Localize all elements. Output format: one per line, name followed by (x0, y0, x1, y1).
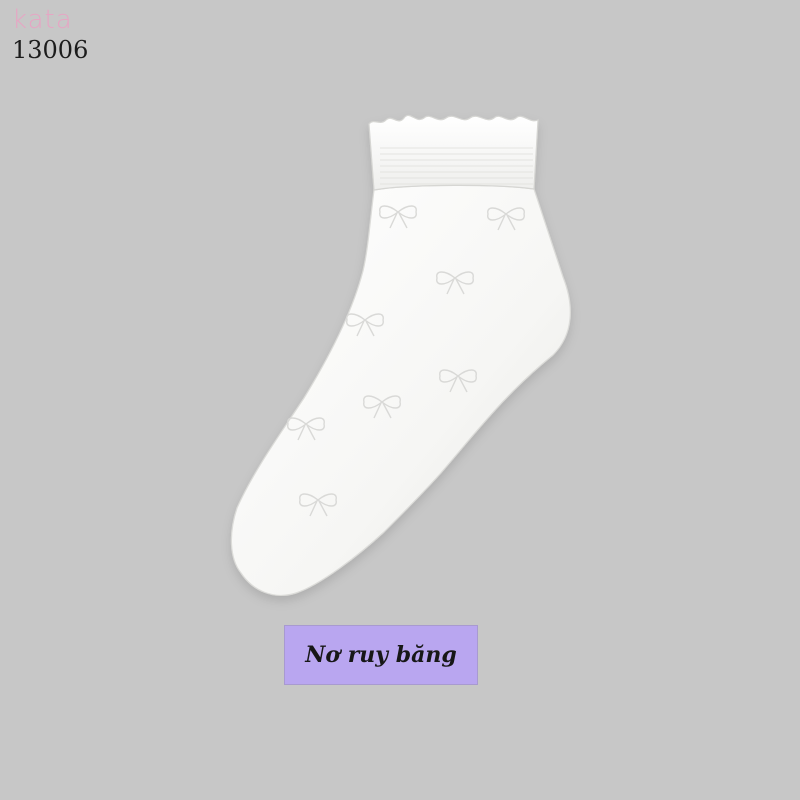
style-label-text: Nơ ruy băng (305, 642, 457, 668)
sock (230, 114, 571, 596)
style-label: Nơ ruy băng (284, 625, 478, 685)
